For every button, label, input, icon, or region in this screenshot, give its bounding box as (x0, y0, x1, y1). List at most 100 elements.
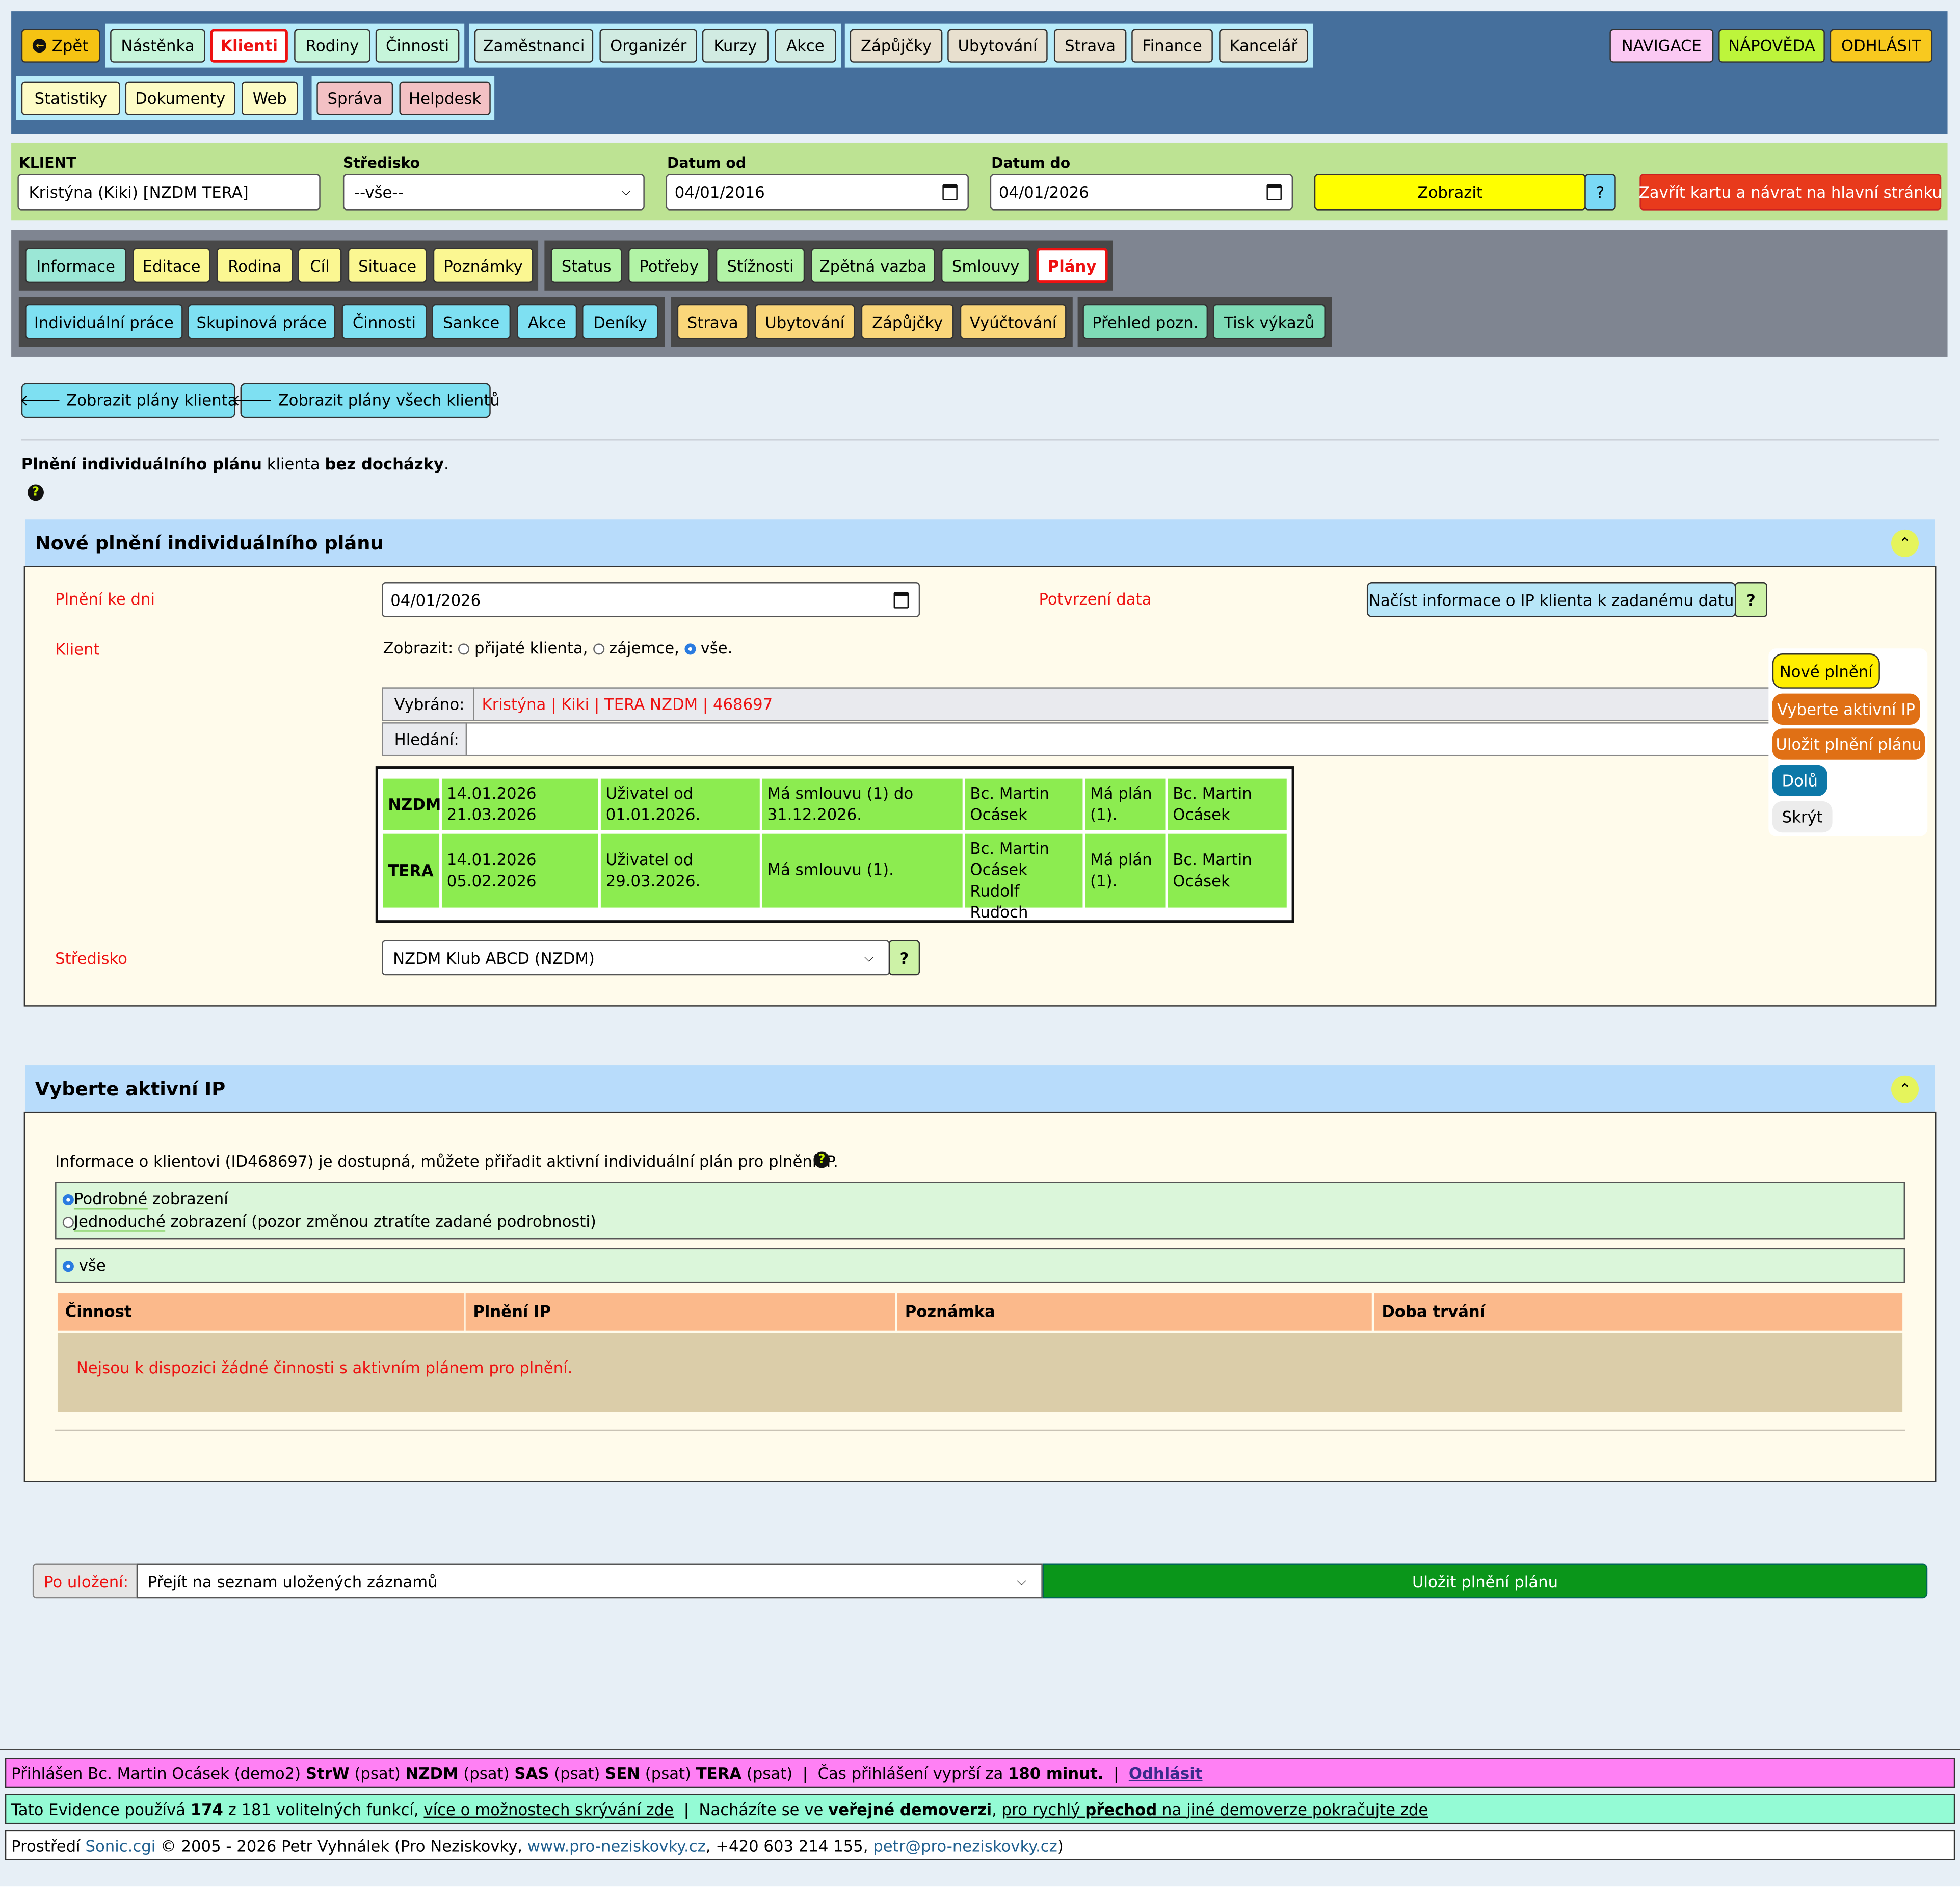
link-part: přechod (1085, 1799, 1157, 1819)
nav-kurzy[interactable]: Kurzy (702, 29, 769, 63)
navigace-button[interactable]: NAVIGACE (1609, 29, 1714, 63)
tab-potreby[interactable]: Potřeby (628, 248, 710, 283)
view-detail-link[interactable]: Podrobné (73, 1189, 148, 1210)
logout-link[interactable]: Odhlásit (1129, 1763, 1203, 1782)
tab-individualni-prace[interactable]: Individuální práce (25, 304, 183, 339)
float-down[interactable]: Dolů (1772, 765, 1827, 797)
tab-zpetna-vazba[interactable]: Zpětná vazba (811, 248, 935, 283)
radio-all[interactable] (684, 643, 696, 655)
radio-accepted[interactable] (458, 643, 470, 655)
show-client-plans-button[interactable]: 🡐 Zobrazit plány klienta (19, 383, 237, 418)
napoveda-button[interactable]: NÁPOVĚDA (1718, 29, 1825, 63)
client-field[interactable]: Kristýna (Kiki) [NZDM TERA] (17, 174, 321, 211)
tab-vyuctovani[interactable]: Vyúčtování (960, 304, 1067, 339)
nav-nastenka[interactable]: Nástěnka (110, 29, 205, 63)
tab-ubytovani[interactable]: Ubytování (754, 304, 855, 339)
tab-situace[interactable]: Situace (348, 248, 427, 283)
collapse-icon[interactable]: ⌃ (1891, 1075, 1919, 1103)
tab-smlouvy[interactable]: Smlouvy (941, 248, 1030, 283)
center-help-button[interactable]: ? (888, 940, 920, 976)
nav-ubytovani[interactable]: Ubytování (947, 29, 1048, 63)
after-save-select[interactable]: Přejít na seznam uložených záznamů ⌵ (136, 1563, 1043, 1599)
collapse-icon[interactable]: ⌃ (1891, 529, 1919, 557)
tab-prehled-pozn[interactable]: Přehled pozn. (1082, 304, 1208, 339)
float-select-active-ip[interactable]: Vyberte aktivní IP (1772, 693, 1920, 725)
odhlasit-button[interactable]: ODHLÁSIT (1830, 29, 1933, 63)
button-label: Nové plnění (1779, 661, 1873, 680)
login-prefix: Přihlášen Bc. Martin Ocásek (demo2) (11, 1763, 306, 1783)
radio-filter-all[interactable] (62, 1261, 74, 1272)
features-link[interactable]: více o možnostech skrývání zde (423, 1800, 674, 1819)
back-button[interactable]: ← Zpět (21, 29, 100, 63)
show-all-plans-button[interactable]: 🡐 Zobrazit plány všech klientů (231, 383, 500, 418)
table-row-code: TERA (383, 833, 440, 908)
center-field-select[interactable]: NZDM Klub ABCD (NZDM) ⌵ (382, 940, 890, 976)
calendar-icon[interactable] (942, 184, 958, 200)
tab-cinnosti[interactable]: Činnosti (341, 304, 427, 339)
nav-strava[interactable]: Strava (1053, 29, 1127, 63)
show-button[interactable]: Zobrazit (1314, 174, 1586, 211)
tab-stiznosti[interactable]: Stížnosti (716, 248, 805, 283)
load-ip-help-button[interactable]: ? (1735, 582, 1767, 617)
tab-informace[interactable]: Informace (25, 248, 127, 283)
view-simple-link[interactable]: Jednoduché (73, 1212, 166, 1232)
separator: | (1103, 1763, 1129, 1783)
nav-sprava[interactable]: Správa (316, 81, 393, 115)
nav-label: NAVIGACE (1621, 36, 1702, 56)
mail-link[interactable]: petr@pro-neziskovky.cz (873, 1836, 1057, 1855)
to-date-input[interactable]: 04/01/2026 (990, 174, 1293, 211)
tab-label: Rodina (228, 256, 282, 275)
tab-editace[interactable]: Editace (133, 248, 210, 283)
tab-plany[interactable]: Plány (1036, 248, 1108, 283)
tab-skupinova-prace[interactable]: Skupinová práce (188, 304, 336, 339)
env-link[interactable]: Sonic.cgi (85, 1836, 155, 1855)
nav-cinnosti[interactable]: Činnosti (375, 29, 460, 63)
nav-statistiky[interactable]: Statistiky (21, 81, 120, 115)
radio-simple[interactable] (62, 1217, 74, 1228)
nav-finance[interactable]: Finance (1131, 29, 1213, 63)
plan-date-input[interactable]: 04/01/2026 (382, 582, 920, 617)
nav-kancelar[interactable]: Kancelář (1219, 29, 1308, 63)
help-icon[interactable]: ? (813, 1151, 830, 1168)
center-select[interactable]: --vše-- ⌵ (342, 174, 645, 211)
save-plan-button[interactable]: Uložit plnění plánu (1042, 1563, 1928, 1599)
show-help-button[interactable]: ? (1584, 174, 1616, 211)
web-link[interactable]: www.pro-neziskovky.cz (527, 1836, 706, 1855)
float-new-fulfillment[interactable]: Nové plnění (1772, 653, 1880, 689)
nav-dokumenty[interactable]: Dokumenty (125, 81, 235, 115)
nav-helpdesk[interactable]: Helpdesk (399, 81, 491, 115)
help-icon[interactable]: ? (28, 484, 44, 501)
nav-zamestnanci[interactable]: Zaměstnanci (474, 29, 594, 63)
radio-interested[interactable] (593, 643, 604, 655)
load-ip-button[interactable]: Načíst informace o IP klienta k zadanému… (1366, 582, 1736, 617)
nav-zapujcky[interactable]: Zápůjčky (850, 29, 943, 63)
tab-cil[interactable]: Cíl (298, 248, 342, 283)
tab-sankce[interactable]: Sankce (432, 304, 511, 339)
tab-label: Zápůjčky (872, 312, 943, 331)
from-date-input[interactable]: 04/01/2016 (666, 174, 969, 211)
nav-rodiny[interactable]: Rodiny (294, 29, 370, 63)
demo-switch-link[interactable]: pro rychlý přechod na jiné demoverze pok… (1002, 1800, 1428, 1819)
nav-organizer[interactable]: Organizér (599, 29, 697, 63)
float-hide[interactable]: Skrýt (1772, 801, 1833, 833)
tab-poznamky[interactable]: Poznámky (433, 248, 534, 283)
calendar-icon[interactable] (1266, 184, 1282, 200)
nav-akce[interactable]: Akce (775, 29, 836, 63)
tab-rodina[interactable]: Rodina (216, 248, 293, 283)
tab-strava[interactable]: Strava (677, 304, 749, 339)
search-input[interactable] (468, 724, 1770, 755)
from-value: 04/01/2016 (674, 182, 765, 202)
table-cell: Má smlouvu (1). (762, 833, 963, 908)
tab-tisk-vykazu[interactable]: Tisk výkazů (1212, 304, 1326, 339)
tab-deniky[interactable]: Deníky (582, 304, 658, 339)
calendar-icon[interactable] (893, 591, 909, 608)
radio-detail[interactable] (62, 1194, 74, 1206)
nav-web[interactable]: Web (242, 81, 298, 115)
tab-akce[interactable]: Akce (517, 304, 577, 339)
float-save-plan[interactable]: Uložit plnění plánu (1772, 728, 1925, 760)
tab-status[interactable]: Status (550, 248, 622, 283)
tab-zapujcky[interactable]: Zápůjčky (861, 304, 954, 339)
nav-klienti[interactable]: Klienti (210, 29, 288, 63)
tab-label: Ubytování (765, 312, 845, 331)
close-card-button[interactable]: Zavřít kartu a návrat na hlavní stránku (1639, 174, 1942, 211)
